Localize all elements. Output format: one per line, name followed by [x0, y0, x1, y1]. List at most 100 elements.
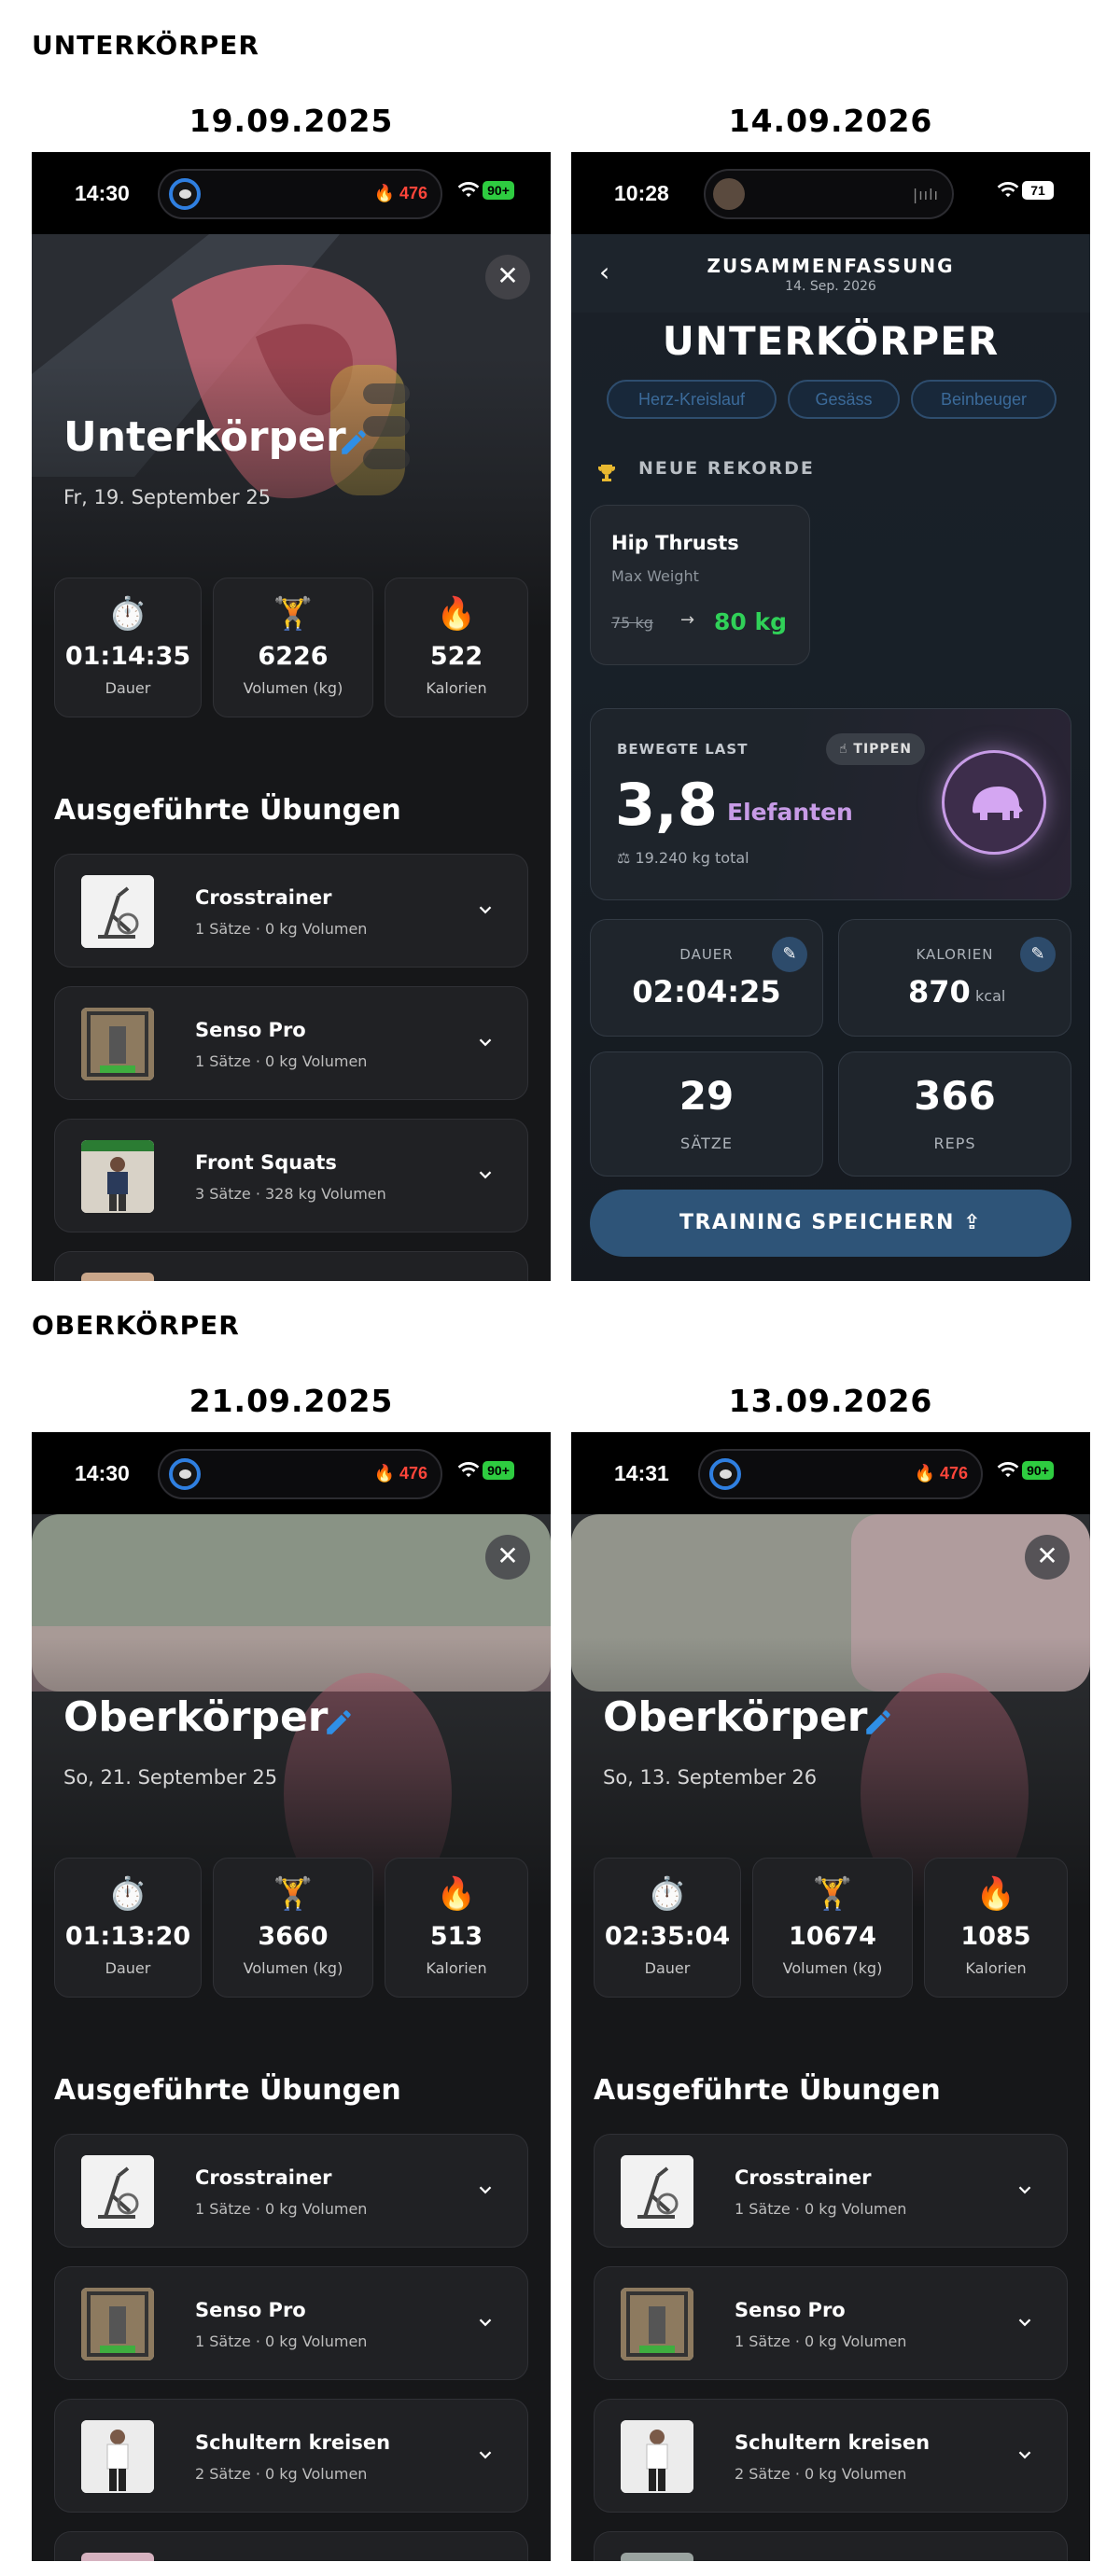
summary-date: 14. Sep. 2026 — [785, 279, 876, 294]
exercise-row[interactable]: Crosstrainer 1 Sätze · 0 kg Volumen — [594, 2134, 1068, 2248]
record-card: Hip Thrusts Max Weight 75 kg → 80 kg — [590, 505, 810, 665]
workout-detail-screen: ✕ Oberkörper So, 21. September 25 14:30 … — [32, 1432, 551, 2561]
close-button[interactable]: ✕ — [1025, 1535, 1070, 1580]
fire-icon: 🔥 — [975, 1875, 1016, 1913]
record-exercise: Hip Thrusts — [611, 532, 739, 554]
exercise-row[interactable] — [54, 2531, 528, 2561]
exercise-row[interactable]: Senso Pro 1 Sätze · 0 kg Volumen — [54, 986, 528, 1100]
status-time: 10:28 — [614, 181, 669, 205]
record-type: Max Weight — [611, 567, 699, 585]
audio-wave-icon: |ıılı — [912, 186, 939, 203]
workout-summary-screen: ‹ ZUSAMMENFASSUNG 14. Sep. 2026 UNTERKÖR… — [571, 152, 1090, 1281]
metric-card-sets: 29 SÄTZE — [590, 1051, 823, 1177]
moved-load-value: 3,8 — [615, 771, 718, 839]
wifi-icon — [997, 1462, 1019, 1478]
chevron-down-icon[interactable] — [475, 1164, 496, 1185]
date-heading: 21.09.2025 — [189, 1383, 394, 1419]
chevron-down-icon[interactable] — [475, 2179, 496, 2200]
close-button[interactable]: ✕ — [485, 255, 530, 299]
new-records-label: NEUE REKORDE — [638, 458, 815, 479]
fire-icon: 🔥 — [436, 595, 477, 633]
stopwatch-icon: ⏱️ — [647, 1875, 688, 1913]
chevron-down-icon[interactable] — [475, 1032, 496, 1052]
exercises-heading: Ausgeführte Übungen — [54, 2074, 401, 2107]
exercise-row[interactable] — [594, 2531, 1068, 2561]
edit-pencil-icon[interactable] — [323, 1706, 355, 1738]
battery-indicator: 90+ — [1022, 1461, 1054, 1480]
battery-indicator: 90+ — [483, 181, 514, 200]
muscle-chip: Gesäss — [788, 380, 900, 419]
edit-pencil-icon[interactable] — [862, 1706, 894, 1738]
chevron-down-icon[interactable] — [1015, 2179, 1035, 2200]
chevron-down-icon[interactable] — [475, 899, 496, 920]
activity-ring-icon — [709, 1458, 741, 1490]
status-time: 14:30 — [75, 1461, 130, 1485]
exercise-row[interactable]: Schultern kreisen 2 Sätze · 0 kg Volumen — [54, 2399, 528, 2513]
date-heading: 13.09.2026 — [728, 1383, 933, 1419]
wifi-icon — [997, 182, 1019, 198]
front-squats-thumbnail — [81, 1140, 154, 1213]
metric-card-duration: DAUER 02:04:25 ✎ — [590, 919, 823, 1037]
moved-load-card[interactable]: BEWEGTE LAST ☝ TIPPEN 3,8 Elefanten ⚖ 19… — [590, 708, 1071, 900]
edit-pencil-icon[interactable]: ✎ — [1020, 937, 1056, 972]
muscle-chip: Herz-Kreislauf — [607, 380, 777, 419]
tap-hand-icon: ☝ — [839, 742, 854, 757]
workout-date: So, 21. September 25 — [63, 1766, 278, 1789]
workout-detail-screen: ✕ Unterkörper Fr, 19. September 25 14:30… — [32, 152, 551, 1281]
moved-load-unit: Elefanten — [727, 799, 853, 826]
status-bar: 14:31 🔥 476 90+ — [571, 1432, 1090, 1514]
exercise-row[interactable]: Senso Pro 1 Sätze · 0 kg Volumen — [54, 2266, 528, 2380]
status-bar: 10:28 |ıılı 71 — [571, 152, 1090, 234]
stat-card-volume: 🏋️ 10674 Volumen (kg) — [752, 1858, 913, 1998]
exercise-row[interactable]: Schultern kreisen 2 Sätze · 0 kg Volumen — [594, 2399, 1068, 2513]
section-label-upper-body: OBERKÖRPER — [32, 1310, 240, 1341]
close-button[interactable]: ✕ — [485, 1535, 530, 1580]
arrow-right-icon: → — [680, 610, 695, 630]
exercise-row[interactable]: Crosstrainer 1 Sätze · 0 kg Volumen — [54, 2134, 528, 2248]
stopwatch-icon: ⏱️ — [107, 595, 148, 633]
status-bar: 14:30 🔥 476 90+ — [32, 1432, 551, 1514]
stat-card-calories: 🔥 522 Kalorien — [385, 578, 528, 717]
workout-title: UNTERKÖRPER — [662, 318, 1000, 364]
exercises-heading: Ausgeführte Übungen — [54, 794, 401, 827]
stat-card-duration: ⏱️ 01:14:35 Dauer — [54, 578, 202, 717]
tap-hint[interactable]: ☝ TIPPEN — [826, 733, 925, 765]
chevron-down-icon[interactable] — [1015, 2444, 1035, 2465]
muscle-chip: Beinbeuger — [911, 380, 1057, 419]
chevron-down-icon[interactable] — [1015, 2312, 1035, 2332]
exercise-row[interactable]: Front Squats 3 Sätze · 328 kg Volumen — [54, 1119, 528, 1232]
date-heading: 19.09.2025 — [189, 103, 394, 139]
shoulder-circles-thumbnail — [81, 2420, 154, 2493]
edit-pencil-icon[interactable] — [338, 426, 370, 458]
stat-card-duration: ⏱️ 02:35:04 Dauer — [594, 1858, 741, 1998]
exercise-row[interactable]: Senso Pro 1 Sätze · 0 kg Volumen — [594, 2266, 1068, 2380]
exercise-row[interactable]: Crosstrainer 1 Sätze · 0 kg Volumen — [54, 854, 528, 968]
senso-pro-thumbnail — [621, 2288, 693, 2360]
shoulder-circles-thumbnail — [621, 2420, 693, 2493]
stat-card-volume: 🏋️ 3660 Volumen (kg) — [213, 1858, 373, 1998]
weight-icon: ⚖ — [617, 849, 636, 867]
stat-card-calories: 🔥 513 Kalorien — [385, 1858, 528, 1998]
chevron-down-icon[interactable] — [475, 2444, 496, 2465]
chevron-down-icon[interactable] — [475, 2312, 496, 2332]
stat-card-volume: 🏋️ 6226 Volumen (kg) — [213, 578, 373, 717]
exercise-row[interactable] — [54, 1251, 528, 1281]
moved-load-total: ⚖ 19.240 kg total — [617, 849, 749, 867]
workout-title: Unterkörper — [63, 413, 346, 461]
status-time: 14:31 — [614, 1461, 669, 1485]
wifi-icon — [457, 182, 480, 198]
summary-title: ZUSAMMENFASSUNG — [707, 255, 955, 277]
moved-load-label: BEWEGTE LAST — [617, 741, 749, 758]
dynamic-island: |ıılı — [704, 169, 954, 219]
exercises-heading: Ausgeführte Übungen — [594, 2074, 941, 2107]
edit-pencil-icon[interactable]: ✎ — [772, 937, 807, 972]
workout-title: Oberkörper — [63, 1693, 329, 1741]
battery-indicator: 90+ — [483, 1461, 514, 1480]
weightlifter-icon: 🏋️ — [273, 1875, 314, 1913]
elephant-icon — [942, 750, 1046, 855]
section-label-lower-body: UNTERKÖRPER — [32, 30, 259, 61]
stat-card-calories: 🔥 1085 Kalorien — [924, 1858, 1068, 1998]
live-calories: 🔥 476 — [373, 184, 427, 202]
save-training-button[interactable]: TRAINING SPEICHERN ⇪ — [590, 1190, 1071, 1257]
new-record: 80 kg — [714, 608, 788, 635]
